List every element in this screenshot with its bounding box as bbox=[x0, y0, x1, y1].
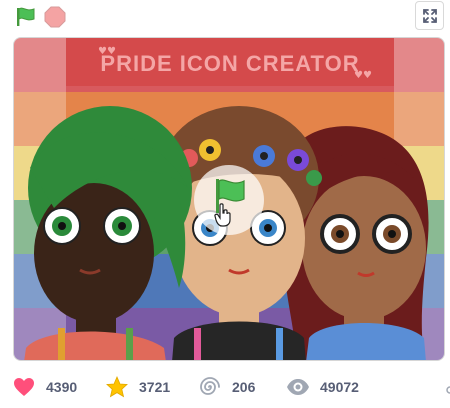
stop-sign-icon bbox=[44, 6, 66, 28]
views-count: 49072 bbox=[320, 379, 359, 395]
views-stat: 49072 bbox=[286, 372, 359, 402]
favorite-count: 3721 bbox=[139, 379, 171, 395]
fullscreen-button[interactable] bbox=[415, 1, 444, 30]
svg-text:♥♥: ♥♥ bbox=[354, 70, 372, 81]
remix-stat: 206 bbox=[198, 372, 255, 402]
fullscreen-icon bbox=[423, 9, 437, 23]
banner-title: PRIDE ICON CREATOR bbox=[100, 51, 359, 76]
green-flag-button[interactable] bbox=[14, 5, 38, 29]
love-stat[interactable]: 4390 bbox=[12, 372, 77, 402]
green-flag-icon bbox=[17, 7, 35, 26]
stop-button[interactable] bbox=[44, 6, 66, 28]
project-stage[interactable]: PRIDE ICON CREATOR ♥♥ ♥♥ bbox=[13, 37, 445, 361]
svg-text:♥♥: ♥♥ bbox=[98, 46, 116, 57]
love-count: 4390 bbox=[46, 379, 78, 395]
project-stats: 4390 3721 206 49072 bbox=[0, 372, 450, 402]
project-controls bbox=[0, 0, 450, 34]
heart-icon bbox=[14, 378, 34, 396]
play-overlay-button[interactable] bbox=[194, 165, 264, 235]
star-icon bbox=[106, 375, 128, 398]
hand-pointer-icon bbox=[214, 203, 231, 227]
remix-spiral-icon bbox=[200, 377, 220, 395]
favorite-stat[interactable]: 3721 bbox=[105, 372, 170, 402]
more-icon bbox=[443, 382, 450, 394]
remix-count: 206 bbox=[232, 379, 256, 395]
eye-icon bbox=[287, 379, 309, 395]
